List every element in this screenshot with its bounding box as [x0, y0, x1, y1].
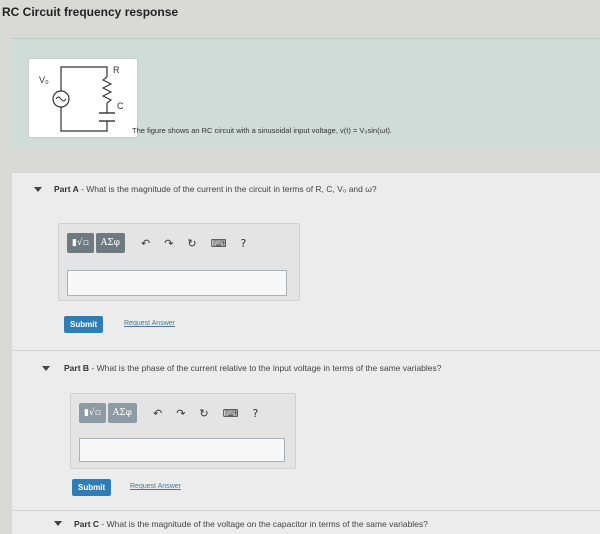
part-c-label: Part C — [74, 519, 100, 529]
resistor-icon — [101, 76, 113, 104]
keyboard-icon[interactable]: ⌨ — [211, 237, 227, 250]
part-a-submit-button[interactable]: Submit — [64, 316, 104, 333]
greek-symbols-button[interactable]: AΣφ — [107, 403, 137, 423]
redo-icon[interactable]: ↷ — [164, 237, 173, 250]
part-c-section: Part C - What is the magnitude of the vo… — [12, 510, 600, 534]
circuit-diagram: V₀ R C — [39, 65, 124, 132]
intro-description: The figure shows an RC circuit with a si… — [132, 126, 393, 135]
undo-icon[interactable]: ↶ — [141, 237, 150, 250]
r-label: R — [113, 65, 120, 75]
part-b-answer-box: ▮√▫ AΣφ ↶ ↷ ↻ ⌨ ? — [70, 393, 296, 469]
page-title: RC Circuit frequency response — [2, 5, 179, 19]
template-button[interactable]: ▮√▫ — [79, 403, 106, 423]
undo-icon[interactable]: ↶ — [153, 407, 162, 420]
template-button[interactable]: ▮√▫ — [67, 233, 94, 253]
part-b-heading: Part B - What is the phase of the curren… — [64, 363, 442, 373]
part-b-label: Part B — [64, 363, 90, 373]
reset-icon[interactable]: ↻ — [187, 237, 196, 250]
rc-circuit-figure: V₀ R C — [28, 58, 138, 138]
part-c-heading: Part C - What is the magnitude of the vo… — [74, 519, 428, 529]
part-c-question: - What is the magnitude of the voltage o… — [99, 519, 428, 529]
help-button[interactable]: ? — [253, 407, 259, 420]
keyboard-icon[interactable]: ⌨ — [223, 407, 239, 420]
part-a-answer-input[interactable] — [67, 270, 287, 296]
part-a-request-answer-link[interactable]: Request Answer — [124, 320, 175, 327]
vo-label: V₀ — [39, 75, 49, 85]
reset-icon[interactable]: ↻ — [199, 407, 208, 420]
part-a-heading: Part A - What is the magnitude of the cu… — [54, 184, 377, 194]
collapse-caret-icon[interactable] — [42, 366, 50, 371]
part-a-section: Part A - What is the magnitude of the cu… — [12, 172, 600, 350]
part-a-label: Part A — [54, 184, 79, 194]
part-b-section: Part B - What is the phase of the curren… — [12, 350, 600, 510]
part-b-answer-input[interactable] — [79, 438, 285, 462]
help-button[interactable]: ? — [241, 237, 247, 250]
part-a-question: - What is the magnitude of the current i… — [78, 184, 377, 194]
collapse-caret-icon[interactable] — [34, 187, 42, 192]
part-b-request-answer-link[interactable]: Request Answer — [130, 483, 181, 490]
greek-symbols-button[interactable]: AΣφ — [95, 233, 125, 253]
part-b-submit-button[interactable]: Submit — [72, 479, 112, 496]
part-a-answer-box: ▮√▫ AΣφ ↶ ↷ ↻ ⌨ ? — [58, 223, 300, 301]
part-b-question: - What is the phase of the current relat… — [89, 363, 442, 373]
collapse-caret-icon[interactable] — [54, 521, 62, 526]
redo-icon[interactable]: ↷ — [176, 407, 185, 420]
math-toolbar: ▮√▫ AΣφ ↶ ↷ ↻ ⌨ ? — [79, 402, 258, 424]
c-label: C — [117, 101, 124, 111]
math-toolbar: ▮√▫ AΣφ ↶ ↷ ↻ ⌨ ? — [67, 232, 246, 254]
